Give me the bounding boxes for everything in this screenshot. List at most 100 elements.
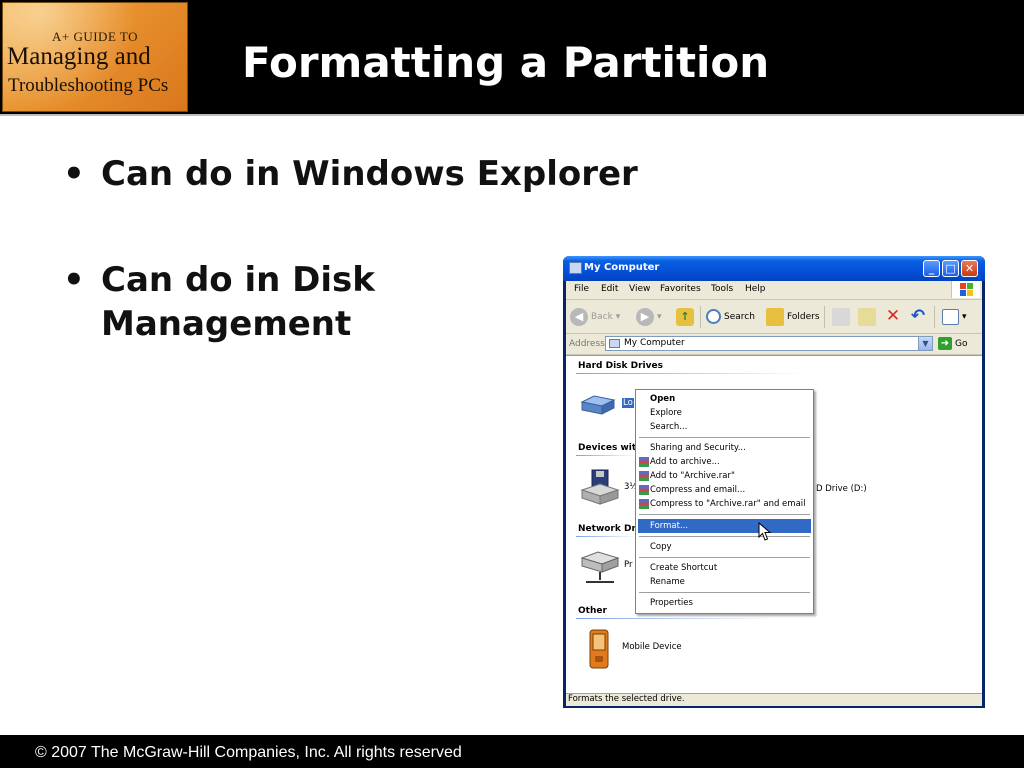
winrar-icon xyxy=(639,499,649,509)
menu-item-sharing-security[interactable]: Sharing and Security... xyxy=(638,441,811,455)
menu-separator xyxy=(639,437,810,438)
hard-drive-icon xyxy=(580,395,616,415)
menu-item-search[interactable]: Search... xyxy=(638,420,811,434)
move-to-button[interactable] xyxy=(832,307,853,327)
computer-icon xyxy=(609,339,620,348)
floppy-drive-icon xyxy=(580,469,620,505)
folders-button[interactable]: Folders xyxy=(766,307,820,327)
views-button[interactable]: ▾ xyxy=(942,307,967,327)
windows-flag-icon xyxy=(951,281,980,298)
bullet-dot: • xyxy=(63,154,85,194)
group-hard-disk-drives: Hard Disk Drives xyxy=(578,361,663,371)
menu-item-compress-to-archive-email[interactable]: Compress to "Archive.rar" and email xyxy=(638,497,811,511)
group-rule xyxy=(576,373,806,374)
standard-toolbar: ◀ Back ▾ ▶ ▾ ↑ Search Folders ✕ ↶ ▾ xyxy=(566,300,982,334)
address-label: Address xyxy=(569,339,605,349)
slide-footer: © 2007 The McGraw-Hill Companies, Inc. A… xyxy=(0,735,1024,768)
winrar-icon xyxy=(639,485,649,495)
menu-item-create-shortcut[interactable]: Create Shortcut xyxy=(638,561,811,575)
network-drive-label: Pr xyxy=(624,560,633,570)
menu-item-add-to-archive-rar[interactable]: Add to "Archive.rar" xyxy=(638,469,811,483)
views-icon xyxy=(942,308,959,325)
copy-to-button[interactable] xyxy=(858,307,879,327)
search-icon xyxy=(706,309,721,324)
undo-button[interactable]: ↶ xyxy=(909,307,930,327)
address-bar: Address My Computer ▼ ➜ Go xyxy=(566,334,982,355)
back-button[interactable]: ◀ Back ▾ xyxy=(570,307,620,327)
book-logo: A+ GUIDE TO Managing and Troubleshooting… xyxy=(2,2,188,112)
window-title: My Computer xyxy=(584,262,660,273)
status-bar: Formats the selected drive. xyxy=(566,693,982,706)
bullet-dot: • xyxy=(63,260,85,300)
local-disk-item[interactable]: Lo xyxy=(580,392,634,418)
address-input[interactable]: My Computer ▼ xyxy=(605,336,933,351)
maximize-button[interactable]: □ xyxy=(942,260,959,277)
mobile-device-label: Mobile Device xyxy=(622,642,682,652)
menu-separator xyxy=(639,536,810,537)
mobile-device-icon xyxy=(589,629,609,669)
group-rule xyxy=(576,536,636,537)
toolbar-separator xyxy=(934,306,935,328)
menu-help[interactable]: Help xyxy=(745,284,766,294)
address-value: My Computer xyxy=(624,338,685,348)
delete-button[interactable]: ✕ xyxy=(884,307,905,327)
group-rule xyxy=(576,455,636,456)
search-button[interactable]: Search xyxy=(706,307,755,327)
menu-item-explore[interactable]: Explore xyxy=(638,406,811,420)
up-folder-button[interactable]: ↑ xyxy=(676,307,697,327)
menu-favorites[interactable]: Favorites xyxy=(660,284,701,294)
bullet-text-line-1: Can do in Disk xyxy=(101,260,375,300)
network-drive-icon xyxy=(580,551,620,583)
network-drive-item[interactable]: Pr xyxy=(580,550,640,590)
menu-separator xyxy=(639,557,810,558)
group-other: Other xyxy=(578,606,607,616)
menu-separator xyxy=(639,592,810,593)
menu-view[interactable]: View xyxy=(629,284,650,294)
menu-item-rename[interactable]: Rename xyxy=(638,575,811,589)
header-divider xyxy=(0,114,1024,116)
go-button[interactable]: ➜ Go xyxy=(938,337,967,350)
delete-x-icon: ✕ xyxy=(885,305,901,326)
context-menu: Open Explore Search... Sharing and Secur… xyxy=(635,389,814,614)
window-titlebar[interactable]: My Computer _ □ ✕ xyxy=(563,256,985,281)
bullet-text: Can do in Windows Explorer xyxy=(101,154,638,194)
menu-item-copy[interactable]: Copy xyxy=(638,540,811,554)
go-arrow-icon: ➜ xyxy=(938,337,952,350)
mouse-pointer-icon xyxy=(758,522,772,541)
dvd-drive-label[interactable]: D Drive (D:) xyxy=(816,484,867,494)
copy-to-icon xyxy=(858,307,876,326)
logo-line-3: Troubleshooting PCs xyxy=(8,75,169,96)
close-button[interactable]: ✕ xyxy=(961,260,978,277)
menu-file[interactable]: File xyxy=(574,284,589,294)
winrar-icon xyxy=(639,471,649,481)
up-folder-icon: ↑ xyxy=(676,307,694,326)
menu-item-open[interactable]: Open xyxy=(638,392,811,406)
group-devices-removable: Devices wit xyxy=(578,443,637,453)
forward-arrow-icon: ▶ xyxy=(636,307,654,326)
undo-icon: ↶ xyxy=(910,305,926,326)
menu-item-add-to-archive[interactable]: Add to archive... xyxy=(638,455,811,469)
floppy-drive-item[interactable]: 3½ xyxy=(580,468,640,508)
menu-item-format[interactable]: Format... xyxy=(638,519,811,533)
slide-title: Formatting a Partition xyxy=(242,38,770,87)
menu-item-compress-email[interactable]: Compress and email... xyxy=(638,483,811,497)
logo-line-2: Managing and xyxy=(7,43,151,70)
mobile-device-item[interactable]: Mobile Device xyxy=(586,628,716,672)
status-text: Formats the selected drive. xyxy=(568,694,685,704)
forward-button[interactable]: ▶ ▾ xyxy=(636,307,662,327)
minimize-button[interactable]: _ xyxy=(923,260,940,277)
computer-icon xyxy=(569,262,582,274)
group-rule xyxy=(576,618,776,619)
menu-separator xyxy=(639,514,810,515)
group-network-drives: Network Dri xyxy=(578,524,639,534)
menu-bar: File Edit View Favorites Tools Help xyxy=(566,281,982,300)
local-disk-label: Lo xyxy=(622,398,634,408)
bullet-text-line-2: Management xyxy=(101,304,352,344)
menu-tools[interactable]: Tools xyxy=(711,284,733,294)
menu-edit[interactable]: Edit xyxy=(601,284,618,294)
folders-icon xyxy=(766,307,784,326)
bullet-disk-management: • Can do in Disk Management xyxy=(63,258,375,346)
menu-item-properties[interactable]: Properties xyxy=(638,596,811,610)
address-dropdown-icon[interactable]: ▼ xyxy=(918,337,932,350)
winrar-icon xyxy=(639,457,649,467)
